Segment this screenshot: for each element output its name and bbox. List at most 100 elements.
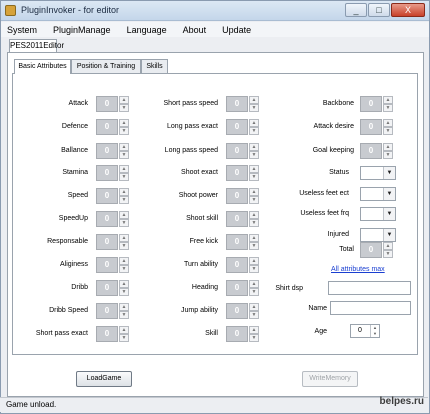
combo-select[interactable]: ▼ xyxy=(360,207,396,221)
attr-value[interactable]: 0 xyxy=(96,303,118,319)
spin-down-icon[interactable]: ▼ xyxy=(119,151,129,159)
spin-down-icon[interactable]: ▼ xyxy=(249,127,259,135)
attr-stepper[interactable]: 0 ▲ ▼ xyxy=(96,96,130,112)
spin-down-icon[interactable]: ▼ xyxy=(119,265,129,273)
attr-value[interactable]: 0 xyxy=(360,96,382,112)
attr-value[interactable]: 0 xyxy=(360,143,382,159)
write-memory-button[interactable]: WriteMemory xyxy=(302,371,358,387)
menu-system[interactable]: System xyxy=(1,22,45,37)
menu-language[interactable]: Language xyxy=(119,22,175,37)
spin-up-icon[interactable]: ▲ xyxy=(119,143,129,151)
age-stepper[interactable]: 0 ▲ ▼ xyxy=(350,324,380,338)
spin-up-icon[interactable]: ▲ xyxy=(119,165,129,173)
attr-stepper[interactable]: 0 ▲ ▼ xyxy=(360,96,394,112)
spin-up-icon[interactable]: ▲ xyxy=(249,211,259,219)
spin-up-icon[interactable]: ▲ xyxy=(119,211,129,219)
spin-down-icon[interactable]: ▼ xyxy=(119,104,129,112)
spin-up-icon[interactable]: ▲ xyxy=(383,96,393,104)
spin-down-icon[interactable]: ▼ xyxy=(249,219,259,227)
spin-up-icon[interactable]: ▲ xyxy=(249,188,259,196)
attr-value[interactable]: 0 xyxy=(96,257,118,273)
spin-up-icon[interactable]: ▲ xyxy=(119,280,129,288)
spin-down-icon[interactable]: ▼ xyxy=(119,311,129,319)
attr-stepper[interactable]: 0 ▲ ▼ xyxy=(226,188,260,204)
attr-stepper[interactable]: 0 ▲ ▼ xyxy=(226,96,260,112)
minimize-button[interactable]: _ xyxy=(345,3,367,17)
attr-value[interactable]: 0 xyxy=(96,96,118,112)
spin-down-icon[interactable]: ▼ xyxy=(119,334,129,342)
attr-value[interactable]: 0 xyxy=(226,165,248,181)
attr-stepper[interactable]: 0 ▲ ▼ xyxy=(226,143,260,159)
attr-stepper[interactable]: 0 ▲ ▼ xyxy=(360,143,394,159)
attr-stepper[interactable]: 0 ▲ ▼ xyxy=(96,326,130,342)
shirt-dsp-input[interactable] xyxy=(328,281,411,295)
menu-update[interactable]: Update xyxy=(214,22,259,37)
attr-value[interactable]: 0 xyxy=(96,326,118,342)
attr-value[interactable]: 0 xyxy=(226,234,248,250)
attr-value[interactable]: 0 xyxy=(226,303,248,319)
tab-skills[interactable]: Skills xyxy=(141,59,168,73)
spin-up-icon[interactable]: ▲ xyxy=(249,165,259,173)
attr-stepper[interactable]: 0 ▲ ▼ xyxy=(96,211,130,227)
maximize-button[interactable]: □ xyxy=(368,3,390,17)
attr-value[interactable]: 0 xyxy=(226,143,248,159)
attr-stepper[interactable]: 0 ▲ ▼ xyxy=(226,211,260,227)
attr-value[interactable]: 0 xyxy=(226,119,248,135)
attr-stepper[interactable]: 0 ▲ ▼ xyxy=(96,143,130,159)
spin-up-icon[interactable]: ▲ xyxy=(249,119,259,127)
spin-down-icon[interactable]: ▼ xyxy=(383,250,393,258)
spin-up-icon[interactable]: ▲ xyxy=(119,257,129,265)
spin-down-icon[interactable]: ▼ xyxy=(383,104,393,112)
tab-position-training[interactable]: Position & Training xyxy=(71,59,141,73)
spin-down-icon[interactable]: ▼ xyxy=(249,104,259,112)
spin-down-icon[interactable]: ▼ xyxy=(249,242,259,250)
spin-down-icon[interactable]: ▼ xyxy=(119,242,129,250)
spin-up-icon[interactable]: ▲ xyxy=(119,303,129,311)
attr-value[interactable]: 0 xyxy=(226,211,248,227)
spin-up-icon[interactable]: ▲ xyxy=(383,242,393,250)
attr-value[interactable]: 0 xyxy=(226,257,248,273)
spin-down-icon[interactable]: ▼ xyxy=(119,173,129,181)
combo-select[interactable]: ▼ xyxy=(360,228,396,242)
spin-up-icon[interactable]: ▲ xyxy=(249,143,259,151)
spin-down-icon[interactable]: ▼ xyxy=(249,196,259,204)
attr-value[interactable]: 0 xyxy=(226,326,248,342)
combo-select[interactable]: ▼ xyxy=(360,187,396,201)
attr-stepper[interactable]: 0 ▲ ▼ xyxy=(360,119,394,135)
all-attributes-max-link[interactable]: All attributes max xyxy=(331,266,385,273)
attr-value[interactable]: 0 xyxy=(96,234,118,250)
spin-up-icon[interactable]: ▲ xyxy=(249,257,259,265)
chevron-down-icon[interactable]: ▼ xyxy=(383,167,395,179)
load-game-button[interactable]: LoadGame xyxy=(76,371,132,387)
spin-down-icon[interactable]: ▼ xyxy=(249,265,259,273)
combo-select[interactable]: ▼ xyxy=(360,166,396,180)
spin-down-icon[interactable]: ▼ xyxy=(383,151,393,159)
attr-stepper[interactable]: 0 ▲ ▼ xyxy=(96,280,130,296)
name-input[interactable] xyxy=(330,301,411,315)
attr-stepper[interactable]: 0 ▲ ▼ xyxy=(96,119,130,135)
attr-stepper[interactable]: 0 ▲ ▼ xyxy=(96,234,130,250)
attr-stepper[interactable]: 0 ▲ ▼ xyxy=(226,257,260,273)
attr-stepper[interactable]: 0 ▲ ▼ xyxy=(96,303,130,319)
attr-value[interactable]: 0 xyxy=(96,143,118,159)
spin-up-icon[interactable]: ▲ xyxy=(383,119,393,127)
spin-down-icon[interactable]: ▼ xyxy=(249,151,259,159)
attr-stepper[interactable]: 0 ▲ ▼ xyxy=(96,165,130,181)
attr-value[interactable]: 0 xyxy=(96,119,118,135)
spin-up-icon[interactable]: ▲ xyxy=(119,188,129,196)
chevron-down-icon[interactable]: ▼ xyxy=(383,229,395,241)
spin-down-icon[interactable]: ▼ xyxy=(119,127,129,135)
spin-up-icon[interactable]: ▲ xyxy=(119,119,129,127)
spin-down-icon[interactable]: ▼ xyxy=(249,334,259,342)
spin-up-icon[interactable]: ▲ xyxy=(249,234,259,242)
spin-up-icon[interactable]: ▲ xyxy=(119,234,129,242)
spin-down-icon[interactable]: ▼ xyxy=(119,219,129,227)
menu-about[interactable]: About xyxy=(175,22,215,37)
attr-value[interactable]: 0 xyxy=(96,188,118,204)
tab-basic-attributes[interactable]: Basic Attributes xyxy=(14,59,71,74)
tab-pes2011editor[interactable]: PES2011Editor xyxy=(9,39,64,52)
attr-stepper[interactable]: 0 ▲ ▼ xyxy=(226,119,260,135)
spin-up-icon[interactable]: ▲ xyxy=(249,96,259,104)
attr-value[interactable]: 0 xyxy=(226,280,248,296)
total-stepper[interactable]: 0 ▲ ▼ xyxy=(360,242,394,258)
